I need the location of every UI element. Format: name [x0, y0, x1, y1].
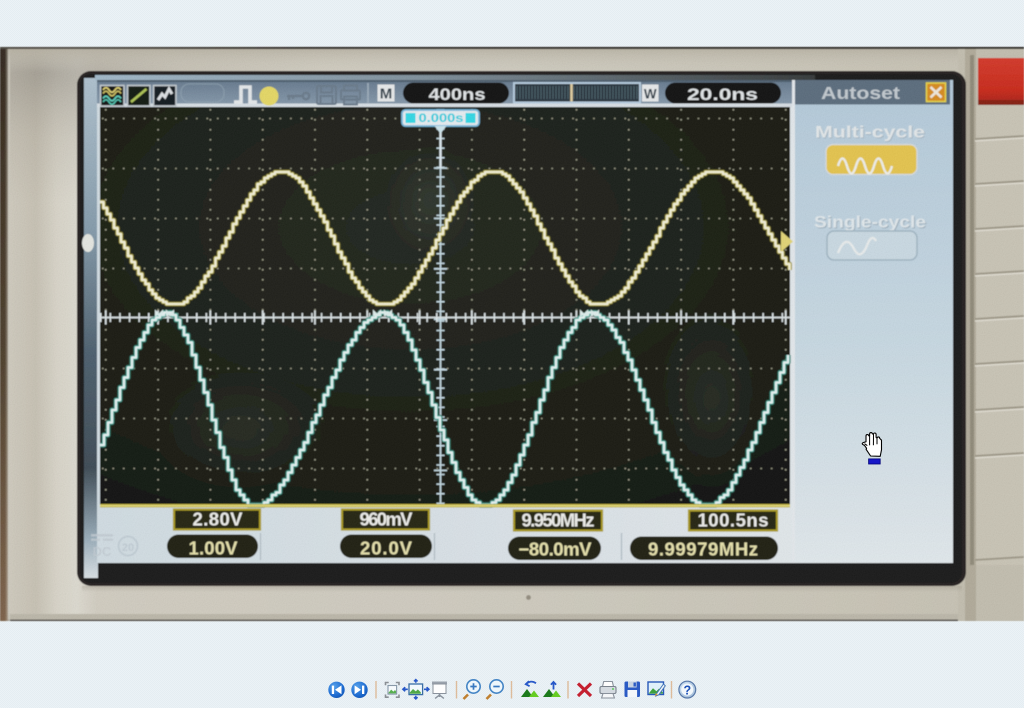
svg-text:?: ? — [683, 684, 691, 698]
